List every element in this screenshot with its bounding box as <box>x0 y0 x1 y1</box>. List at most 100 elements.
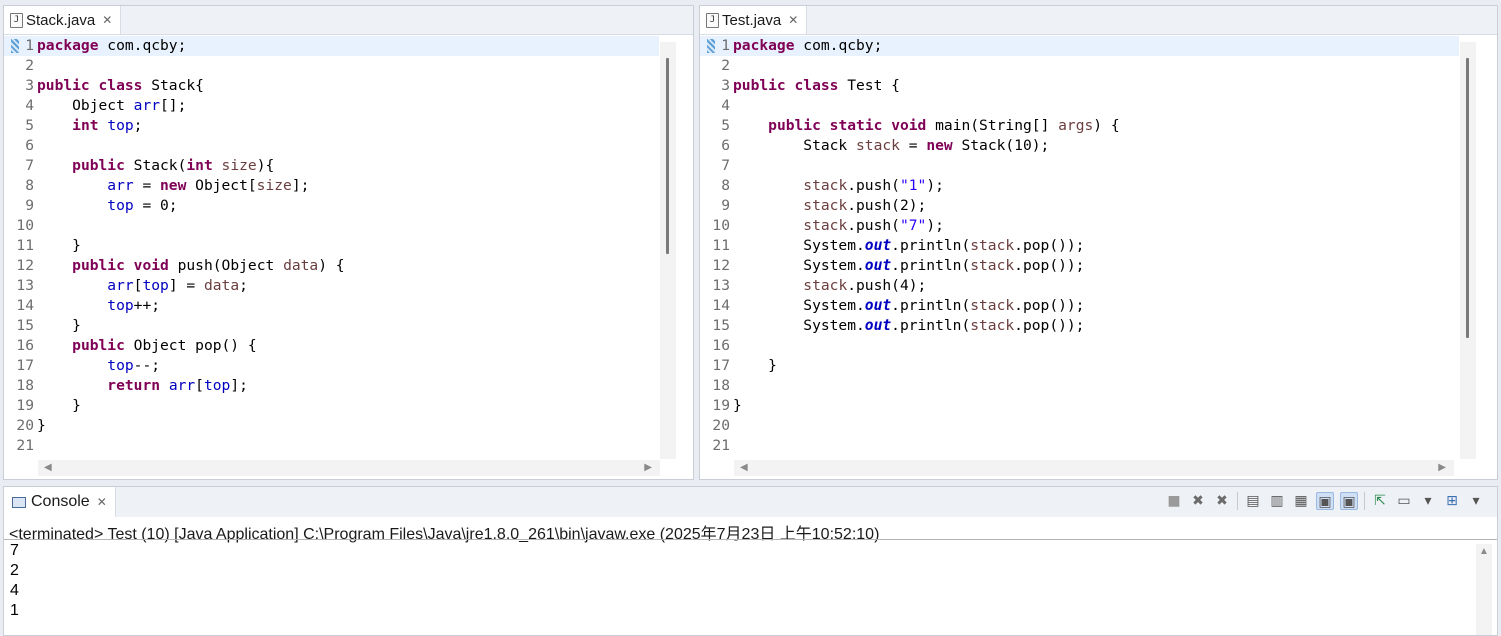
code-line[interactable]: 1 package com.qcby; <box>700 36 1459 56</box>
code-line[interactable]: 16 public Object pop() { <box>4 336 659 356</box>
code-line[interactable]: 21 <box>4 436 659 456</box>
code-line[interactable]: 18 return arr[top]; <box>4 376 659 396</box>
console-output-line: 7 <box>10 542 19 559</box>
code-line[interactable]: 2 <box>700 56 1459 76</box>
code-line[interactable]: 13 arr[top] = data; <box>4 276 659 296</box>
code-line[interactable]: 3 public class Stack{ <box>4 76 659 96</box>
code-line[interactable]: 20} <box>4 416 659 436</box>
code-line[interactable]: 17 top--; <box>4 356 659 376</box>
vertical-scrollbar[interactable]: ▲ <box>1476 544 1492 635</box>
code-token: Stack <box>733 137 857 154</box>
console-output[interactable]: 7 2 4 1 <box>10 541 19 621</box>
code-token: .pop()); <box>1014 237 1085 254</box>
scroll-right-icon[interactable]: ▶ <box>1438 462 1446 473</box>
code-token: return <box>107 377 161 394</box>
close-icon[interactable]: ✕ <box>788 13 798 27</box>
code-line[interactable]: 1 package com.qcby; <box>4 36 659 56</box>
code-token: .push(2); <box>847 197 927 214</box>
code-line[interactable]: 13 stack.push(4); <box>700 276 1459 296</box>
code-line[interactable]: 8 stack.push("1"); <box>700 176 1459 196</box>
line-number: 15 <box>16 317 34 334</box>
code-line[interactable]: 11 System.out.println(stack.pop()); <box>700 236 1459 256</box>
tab-stack-java[interactable]: J Stack.java ✕ <box>4 6 122 34</box>
console-toolbar: ■ ✖ ✖ ▤ ▥ ▦ ▣ ▣ ⇱ ▭ ▾ ⊞ ▾ <box>1165 492 1485 510</box>
code-token: Stack{ <box>142 77 204 94</box>
code-token: stack <box>803 177 848 194</box>
code-area[interactable]: 1 package com.qcby; 2 3 public class Test {4… <box>700 36 1459 456</box>
scroll-lock-icon[interactable]: ▥ <box>1268 492 1286 510</box>
code-line[interactable]: 12 System.out.println(stack.pop()); <box>700 256 1459 276</box>
code-line[interactable]: 19} <box>700 396 1459 416</box>
code-token: } <box>733 397 742 414</box>
code-line[interactable]: 15 System.out.println(stack.pop()); <box>700 316 1459 336</box>
code-line[interactable]: 4 Object arr[]; <box>4 96 659 116</box>
line-number: 21 <box>712 437 730 454</box>
code-token: args <box>1058 117 1094 134</box>
code-line[interactable]: 4 <box>700 96 1459 116</box>
close-icon[interactable]: ✕ <box>97 495 107 509</box>
code-line[interactable]: 9 top = 0; <box>4 196 659 216</box>
java-file-icon: J <box>706 12 719 28</box>
open-console-dropdown-icon[interactable]: ▾ <box>1467 492 1485 510</box>
scroll-left-icon[interactable]: ◀ <box>44 462 52 473</box>
code-line[interactable]: 7 <box>700 156 1459 176</box>
vertical-scrollbar[interactable] <box>660 42 676 459</box>
code-token: System. <box>733 237 865 254</box>
code-line[interactable]: 6 <box>4 136 659 156</box>
code-line[interactable]: 14 top++; <box>4 296 659 316</box>
code-line[interactable]: 18 <box>700 376 1459 396</box>
code-token: data <box>283 257 319 274</box>
code-line[interactable]: 16 <box>700 336 1459 356</box>
display-dropdown-icon[interactable]: ▾ <box>1419 492 1437 510</box>
scroll-right-icon[interactable]: ▶ <box>644 462 652 473</box>
remove-launch-icon[interactable]: ✖ <box>1189 492 1207 510</box>
console-output-line: 4 <box>10 582 19 599</box>
show-console-on-error-icon[interactable]: ▣ <box>1340 492 1358 510</box>
pin-console-icon[interactable]: ⇱ <box>1371 492 1389 510</box>
code-line[interactable]: 7 public Stack(int size){ <box>4 156 659 176</box>
code-line[interactable]: 8 arr = new Object[size]; <box>4 176 659 196</box>
open-console-icon[interactable]: ⊞ <box>1443 492 1461 510</box>
clear-console-icon[interactable]: ▤ <box>1244 492 1262 510</box>
tab-console[interactable]: Console ✕ <box>4 487 116 517</box>
code-token: .push( <box>847 217 900 234</box>
code-line[interactable]: 21 <box>700 436 1459 456</box>
code-token: ); <box>926 217 944 234</box>
scroll-left-icon[interactable]: ◀ <box>740 462 748 473</box>
code-line[interactable]: 9 stack.push(2); <box>700 196 1459 216</box>
code-line[interactable]: 5 public static void main(String[] args)… <box>700 116 1459 136</box>
horizontal-scrollbar[interactable]: ◀ ▶ <box>734 460 1454 476</box>
terminate-icon[interactable]: ■ <box>1165 492 1183 510</box>
code-line[interactable]: 5 int top; <box>4 116 659 136</box>
show-console-on-output-icon[interactable]: ▣ <box>1316 492 1334 510</box>
horizontal-scrollbar[interactable]: ◀ ▶ <box>38 460 660 476</box>
code-line[interactable]: 2 <box>4 56 659 76</box>
code-line[interactable]: 11 } <box>4 236 659 256</box>
scroll-up-icon[interactable]: ▲ <box>1479 546 1489 557</box>
word-wrap-icon[interactable]: ▦ <box>1292 492 1310 510</box>
code-line[interactable]: 17 } <box>700 356 1459 376</box>
code-line[interactable]: 12 public void push(Object data) { <box>4 256 659 276</box>
code-line[interactable]: 15 } <box>4 316 659 336</box>
code-line[interactable]: 20 <box>700 416 1459 436</box>
code-line[interactable]: 19 } <box>4 396 659 416</box>
line-number: 13 <box>16 277 34 294</box>
code-line[interactable]: 10 <box>4 216 659 236</box>
toolbar-separator <box>1364 492 1365 510</box>
code-token: Stack( <box>124 157 187 174</box>
display-selected-console-icon[interactable]: ▭ <box>1395 492 1413 510</box>
code-line[interactable]: 3 public class Test { <box>700 76 1459 96</box>
scrollbar-thumb[interactable] <box>1466 58 1469 338</box>
vertical-scrollbar[interactable] <box>1460 42 1476 459</box>
code-line[interactable]: 10 stack.push("7"); <box>700 216 1459 236</box>
code-line[interactable]: 14 System.out.println(stack.pop()); <box>700 296 1459 316</box>
code-token: new <box>160 177 187 194</box>
line-number: 13 <box>712 277 730 294</box>
code-token: stack <box>970 257 1015 274</box>
tab-test-java[interactable]: J Test.java ✕ <box>700 6 808 34</box>
remove-all-terminated-icon[interactable]: ✖ <box>1213 492 1231 510</box>
code-line[interactable]: 6 Stack stack = new Stack(10); <box>700 136 1459 156</box>
code-area[interactable]: 1 package com.qcby; 2 3 public class Stack{4… <box>4 36 659 456</box>
close-icon[interactable]: ✕ <box>102 13 112 27</box>
scrollbar-thumb[interactable] <box>666 58 669 254</box>
